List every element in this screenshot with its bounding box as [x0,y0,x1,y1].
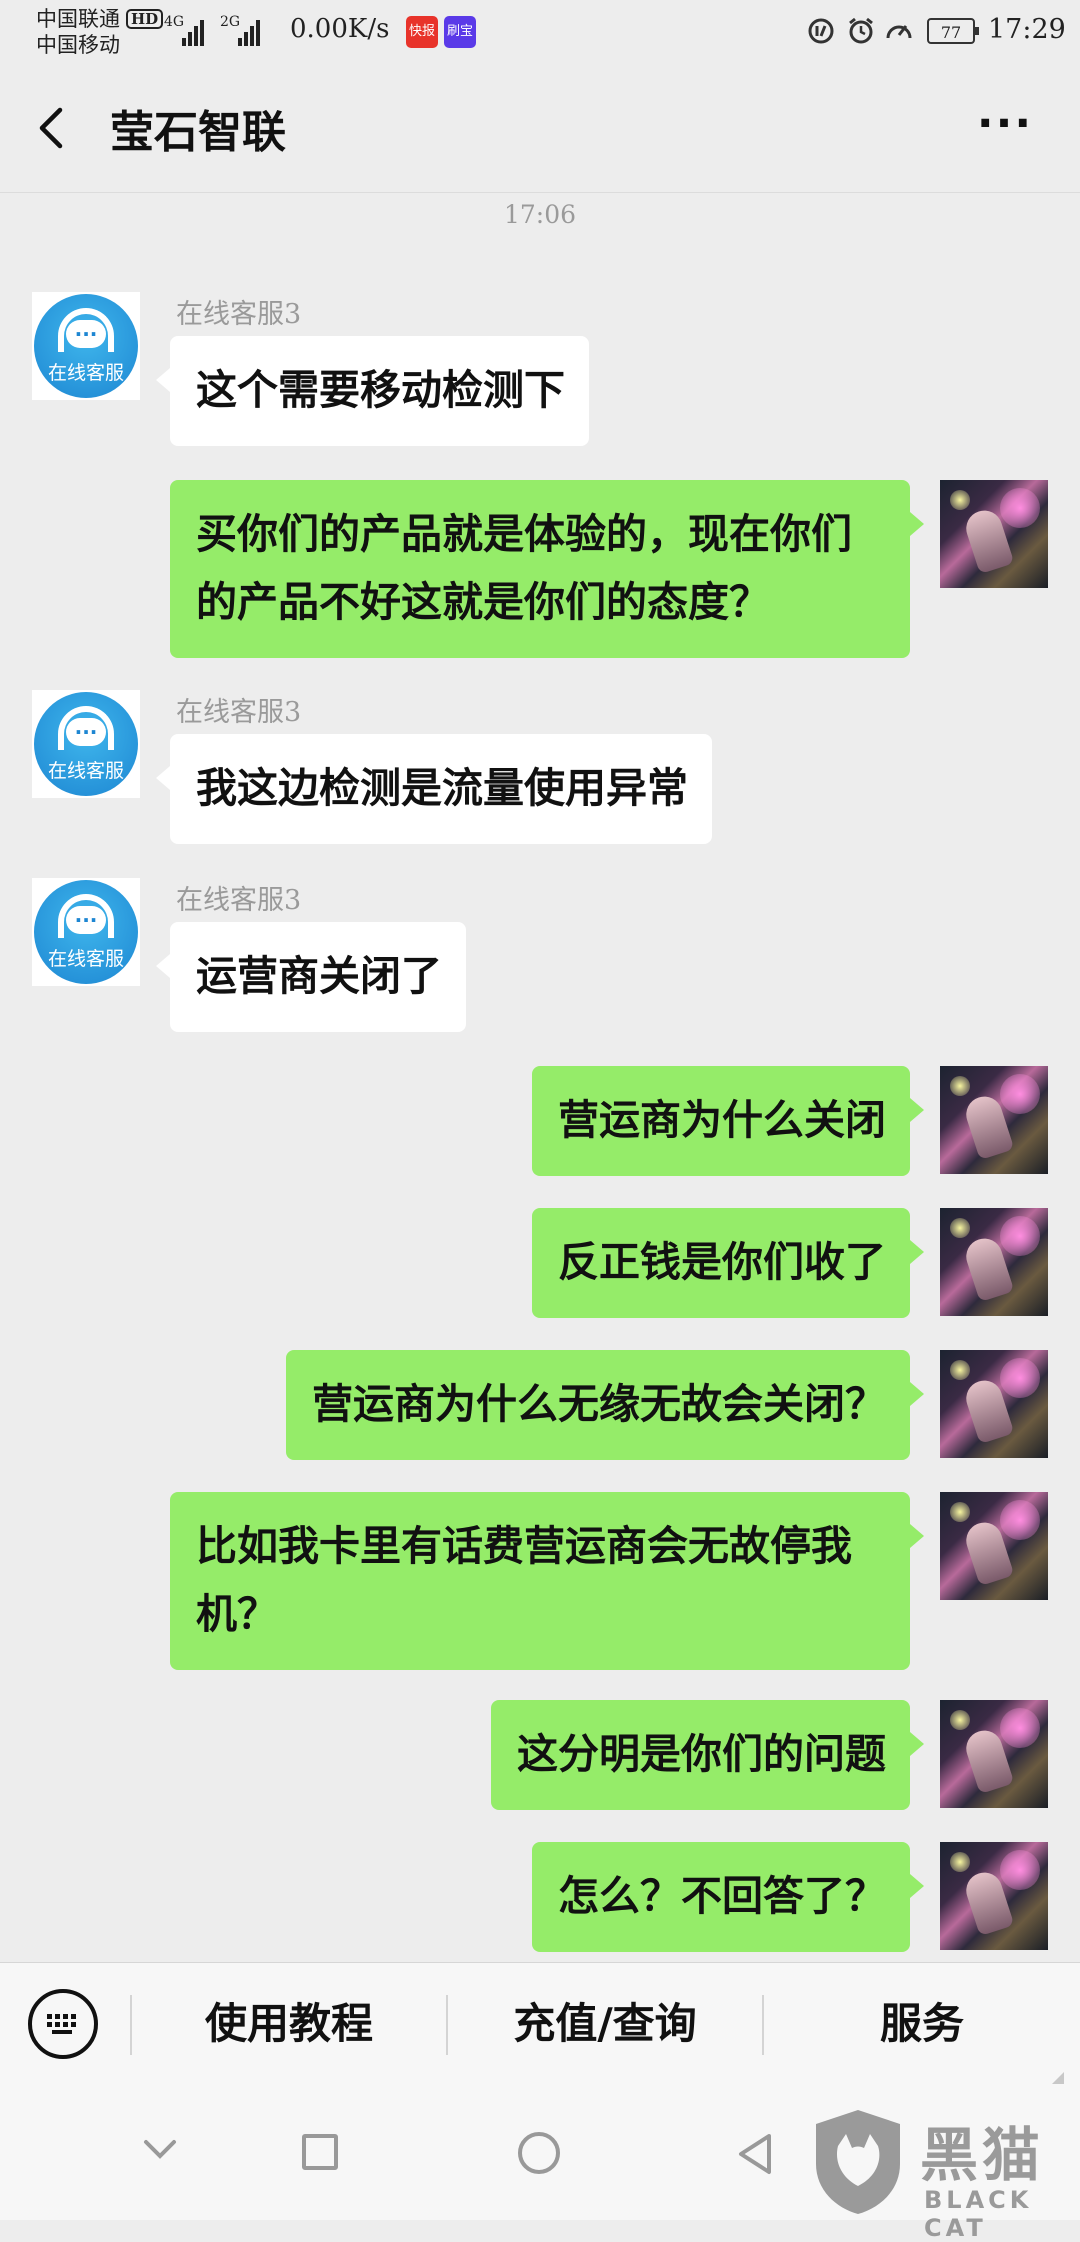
nav-home-icon[interactable] [518,2132,560,2174]
status-bar: 中国联通 HD 中国移动 4G 2G 0.00K/s 快报 刷宝 77 17:29 [0,0,1080,64]
user-avatar[interactable] [940,1350,1048,1458]
message-bubble[interactable]: 我这边检测是流量使用异常 [156,734,712,844]
nav-collapse-icon[interactable] [140,2130,180,2170]
user-avatar[interactable] [940,1842,1048,1950]
shuabao-app-icon: 刷宝 [444,16,476,48]
service-menu-bar: 使用教程 充值/查询 服务 [0,1962,1080,2085]
agent-avatar[interactable]: ··· 在线客服 [32,878,140,986]
alarm-icon [849,17,873,44]
kuaibao-app-icon: 快报 [406,16,438,48]
menu-item-tutorial[interactable]: 使用教程 [132,1963,446,2085]
message-outgoing: 营运商为什么无缘无故会关闭？ [0,1350,1080,1460]
user-avatar[interactable] [940,1492,1048,1600]
message-outgoing: 买你们的产品就是体验的，现在你们的产品不好这就是你们的态度？ [0,480,1080,658]
agent-avatar[interactable]: ··· 在线客服 [32,292,140,400]
page-title: 莹石智联 [110,107,286,158]
network-speed: 0.00K/s [290,14,390,44]
message-timestamp: 17:06 [503,200,577,229]
nav-recents-icon[interactable] [302,2134,338,2170]
message-bubble[interactable]: 营运商为什么关闭 [532,1066,924,1176]
data-saver-icon [808,18,834,44]
user-avatar[interactable] [940,1066,1048,1174]
message-outgoing: 反正钱是你们收了 [0,1208,1080,1318]
carrier-info: 中国联通 HD 中国移动 [36,6,164,58]
black-cat-logo-icon [816,2110,900,2214]
user-avatar[interactable] [940,1700,1048,1808]
chevron-left-icon[interactable] [28,98,78,158]
menu-item-service[interactable]: 服务 [764,1963,1080,2085]
speedometer-icon [886,25,912,39]
message-outgoing: 营运商为什么关闭 [0,1066,1080,1176]
battery-icon: 77 [927,18,979,44]
chat-header: 莹石智联 ··· [0,64,1080,193]
carrier-2: 中国移动 [36,33,120,57]
message-bubble[interactable]: 比如我卡里有话费营运商会无故停我机？ [170,1492,924,1670]
user-avatar[interactable] [940,1208,1048,1316]
watermark-sub: BLACK CAT [924,2186,1033,2242]
message-bubble[interactable]: 反正钱是你们收了 [532,1208,924,1318]
more-dots-icon[interactable]: ··· [960,102,1050,154]
signal-2g-icon: 2G [220,14,266,46]
signal-4g-icon: 4G [164,14,210,46]
message-bubble[interactable]: 这分明是你们的问题 [491,1700,924,1810]
sender-name: 在线客服3 [176,697,302,728]
hd-badge: HD [126,9,164,29]
message-outgoing: 怎么？不回答了？ [0,1842,1080,1952]
sender-name: 在线客服3 [176,885,302,916]
nav-back-icon[interactable] [735,2132,775,2176]
system-nav-bar: 黑猫 BLACK CAT [0,2084,1080,2242]
agent-avatar[interactable]: ··· 在线客服 [32,690,140,798]
message-outgoing: 比如我卡里有话费营运商会无故停我机？ [0,1492,1080,1670]
watermark-brand: 黑猫 [920,2121,1045,2189]
keyboard-icon[interactable] [28,1989,98,2059]
user-avatar[interactable] [940,480,1048,588]
message-bubble[interactable]: 营运商为什么无缘无故会关闭？ [286,1350,924,1460]
message-outgoing: 这分明是你们的问题 [0,1700,1080,1810]
status-time: 17:29 [988,14,1066,45]
menu-item-recharge[interactable]: 充值/查询 [448,1963,762,2085]
message-bubble[interactable]: 运营商关闭了 [156,922,466,1032]
message-bubble[interactable]: 买你们的产品就是体验的，现在你们的产品不好这就是你们的态度？ [170,480,924,658]
message-bubble[interactable]: 怎么？不回答了？ [532,1842,924,1952]
message-bubble[interactable]: 这个需要移动检测下 [156,336,589,446]
sender-name: 在线客服3 [176,299,302,330]
carrier-1: 中国联通 [36,7,120,31]
